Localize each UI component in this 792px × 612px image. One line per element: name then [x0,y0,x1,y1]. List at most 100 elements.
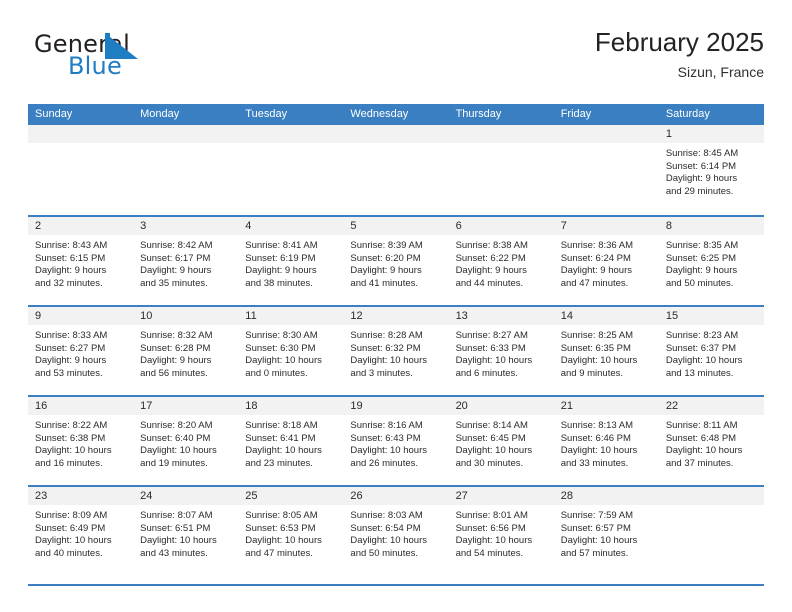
day-sun-info: Sunrise: 8:16 AM Sunset: 6:43 PM Daylight:… [343,416,448,470]
day-number: 3 [140,220,147,232]
calendar-day-cell[interactable]: 2 Sunrise: 8:43 AM Sunset: 6:15 PM Daylight… [28,217,134,305]
brand-logo[interactable]: General Blue [34,32,174,90]
day-info-daylight1: Daylight: 9 hours [35,265,107,277]
day-info-sunrise: Sunrise: 8:16 AM [350,420,423,431]
day-sun-info: Sunrise: 8:30 AM Sunset: 6:30 PM Daylight:… [238,326,343,380]
calendar-day-cell[interactable]: 6 Sunrise: 8:38 AM Sunset: 6:22 PM Daylight… [448,217,554,305]
calendar-day-cell[interactable]: 3 Sunrise: 8:42 AM Sunset: 6:17 PM Daylight… [133,217,239,305]
day-info-sunset: Sunset: 6:48 PM [665,432,737,444]
calendar-day-cell[interactable]: 23 Sunrise: 8:09 AM Sunset: 6:49 PM Dayligh… [28,487,134,575]
calendar-day-cell[interactable]: 7 Sunrise: 8:36 AM Sunset: 6:24 PM Daylight… [553,217,659,305]
weekday-header-monday: Monday [140,108,180,120]
day-sun-info: Sunrise: 8:32 AM Sunset: 6:28 PM Daylight:… [133,326,238,380]
day-number: 6 [455,220,462,232]
calendar-day-cell[interactable]: 22 Sunrise: 8:11 AM Sunset: 6:48 PM Dayligh… [658,397,764,485]
day-info-sunset: Sunset: 6:24 PM [560,252,631,264]
calendar-page: General Blue February 2025 Sizun, France… [0,0,792,612]
day-info-sunrise: Sunrise: 8:45 AM [665,148,739,159]
day-info-daylight2: and 6 minutes. [455,367,518,379]
day-info-sunrise: Sunrise: 8:38 AM [455,240,528,251]
day-info-sunset: Sunset: 6:53 PM [245,522,316,534]
day-sun-info: Sunrise: 8:11 AM Sunset: 6:48 PM Daylight:… [659,416,764,470]
calendar-week-row: 9 Sunrise: 8:33 AM Sunset: 6:27 PM Daylight… [28,305,764,395]
day-number: 24 [140,490,153,502]
day-info-daylight1: Daylight: 9 hours [455,265,527,277]
day-info-daylight1: Daylight: 9 hours [350,265,422,277]
day-info-daylight1: Daylight: 9 hours [665,265,738,277]
calendar-day-cell[interactable]: 14 Sunrise: 8:25 AM Sunset: 6:35 PM Dayligh… [553,307,659,395]
day-number: 2 [35,220,42,232]
weekday-header-saturday: Saturday [665,108,710,120]
day-number-band: 10 [133,307,239,326]
day-number-band: 14 [553,307,659,326]
day-info-daylight1: Daylight: 10 hours [455,535,533,547]
day-info-daylight1: Daylight: 10 hours [560,445,638,457]
day-number: 22 [665,400,679,412]
day-sun-info: Sunrise: 8:28 AM Sunset: 6:32 PM Daylight:… [343,326,448,380]
day-sun-info: Sunrise: 8:33 AM Sunset: 6:27 PM Daylight:… [28,326,133,380]
calendar-day-cell[interactable]: 25 Sunrise: 8:05 AM Sunset: 6:53 PM Dayligh… [238,487,344,575]
day-info-daylight2: and 38 minutes. [245,277,313,289]
weekday-header-row: Sunday Monday Tuesday Wednesday Thursday Frid… [28,104,764,125]
day-info-sunrise: Sunrise: 8:18 AM [245,420,318,431]
day-info-sunrise: Sunrise: 8:30 AM [245,330,318,341]
calendar-day-cell[interactable]: 5 Sunrise: 8:39 AM Sunset: 6:20 PM Daylight… [343,217,449,305]
calendar-day-cell[interactable]: 18 Sunrise: 8:18 AM Sunset: 6:41 PM Dayligh… [238,397,344,485]
calendar-day-cell[interactable]: 12 Sunrise: 8:28 AM Sunset: 6:32 PM Dayligh… [343,307,449,395]
day-number-band: 7 [553,217,659,236]
day-sun-info: Sunrise: 8:27 AM Sunset: 6:33 PM Daylight:… [449,326,554,380]
calendar-day-cell[interactable]: 13 Sunrise: 8:27 AM Sunset: 6:33 PM Dayligh… [448,307,554,395]
calendar-day-cell[interactable]: 19 Sunrise: 8:16 AM Sunset: 6:43 PM Dayligh… [343,397,449,485]
day-number-band: 6 [448,217,554,236]
calendar-day-cell-empty [553,125,659,215]
day-info-sunrise: Sunrise: 8:22 AM [35,420,108,431]
day-number: 21 [560,400,573,412]
day-info-daylight1: Daylight: 10 hours [35,445,112,457]
calendar-day-cell[interactable]: 9 Sunrise: 8:33 AM Sunset: 6:27 PM Daylight… [28,307,134,395]
calendar-day-cell-empty [448,125,554,215]
calendar-day-cell[interactable]: 8 Sunrise: 8:35 AM Sunset: 6:25 PM Daylight… [658,217,764,305]
day-number-band: 5 [343,217,449,236]
day-number-band: 22 [658,397,764,416]
calendar-day-cell[interactable]: 11 Sunrise: 8:30 AM Sunset: 6:30 PM Dayligh… [238,307,344,395]
day-number-band: 17 [133,397,239,416]
day-info-daylight2: and 56 minutes. [140,367,208,379]
calendar-day-cell[interactable]: 26 Sunrise: 8:03 AM Sunset: 6:54 PM Dayligh… [343,487,449,575]
day-info-sunrise: Sunrise: 8:09 AM [35,510,108,521]
day-number: 28 [560,490,573,502]
calendar-day-cell[interactable]: 1 Sunrise: 8:45 AM Sunset: 6:14 PM Daylight… [658,125,764,215]
calendar-day-cell[interactable]: 21 Sunrise: 8:13 AM Sunset: 6:46 PM Dayligh… [553,397,659,485]
calendar-grid: Sunday Monday Tuesday Wednesday Thursday Frid… [28,104,764,575]
day-info-daylight1: Daylight: 10 hours [350,355,427,367]
calendar-day-cell[interactable]: 4 Sunrise: 8:41 AM Sunset: 6:19 PM Daylight… [238,217,344,305]
day-number-band [658,487,764,506]
day-sun-info: Sunrise: 8:38 AM Sunset: 6:22 PM Daylight:… [449,236,554,290]
calendar-day-cell[interactable]: 24 Sunrise: 8:07 AM Sunset: 6:51 PM Dayligh… [133,487,239,575]
day-number: 17 [140,400,153,412]
day-sun-info: Sunrise: 8:35 AM Sunset: 6:25 PM Daylight:… [659,236,764,290]
calendar-day-cell[interactable]: 27 Sunrise: 8:01 AM Sunset: 6:56 PM Dayligh… [448,487,554,575]
day-number-band: 1 [658,125,764,144]
day-info-daylight1: Daylight: 10 hours [350,445,427,457]
calendar-day-cell[interactable]: 15 Sunrise: 8:23 AM Sunset: 6:37 PM Dayligh… [658,307,764,395]
day-info-sunrise: Sunrise: 8:33 AM [35,330,108,341]
day-info-sunset: Sunset: 6:41 PM [245,432,316,444]
day-info-daylight1: Daylight: 10 hours [665,445,743,457]
day-sun-info: Sunrise: 8:03 AM Sunset: 6:54 PM Daylight:… [343,506,448,560]
day-info-sunrise: Sunrise: 8:20 AM [140,420,213,431]
day-number: 20 [455,400,468,412]
calendar-day-cell[interactable]: 20 Sunrise: 8:14 AM Sunset: 6:45 PM Dayligh… [448,397,554,485]
day-number-band: 20 [448,397,554,416]
calendar-day-cell-empty [28,125,134,215]
day-number-band: 15 [658,307,764,326]
calendar-day-cell[interactable]: 28 Sunrise: 7:59 AM Sunset: 6:57 PM Dayligh… [553,487,659,575]
location-subtitle: Sizun, France [677,63,764,80]
calendar-day-cell[interactable]: 10 Sunrise: 8:32 AM Sunset: 6:28 PM Dayligh… [133,307,239,395]
day-sun-info: Sunrise: 8:01 AM Sunset: 6:56 PM Daylight:… [449,506,554,560]
day-info-daylight1: Daylight: 9 hours [140,265,212,277]
day-info-sunset: Sunset: 6:20 PM [350,252,421,264]
day-number: 23 [35,490,48,502]
calendar-day-cell[interactable]: 16 Sunrise: 8:22 AM Sunset: 6:38 PM Dayligh… [28,397,134,485]
calendar-day-cell[interactable]: 17 Sunrise: 8:20 AM Sunset: 6:40 PM Dayligh… [133,397,239,485]
day-info-sunrise: Sunrise: 8:23 AM [665,330,739,341]
